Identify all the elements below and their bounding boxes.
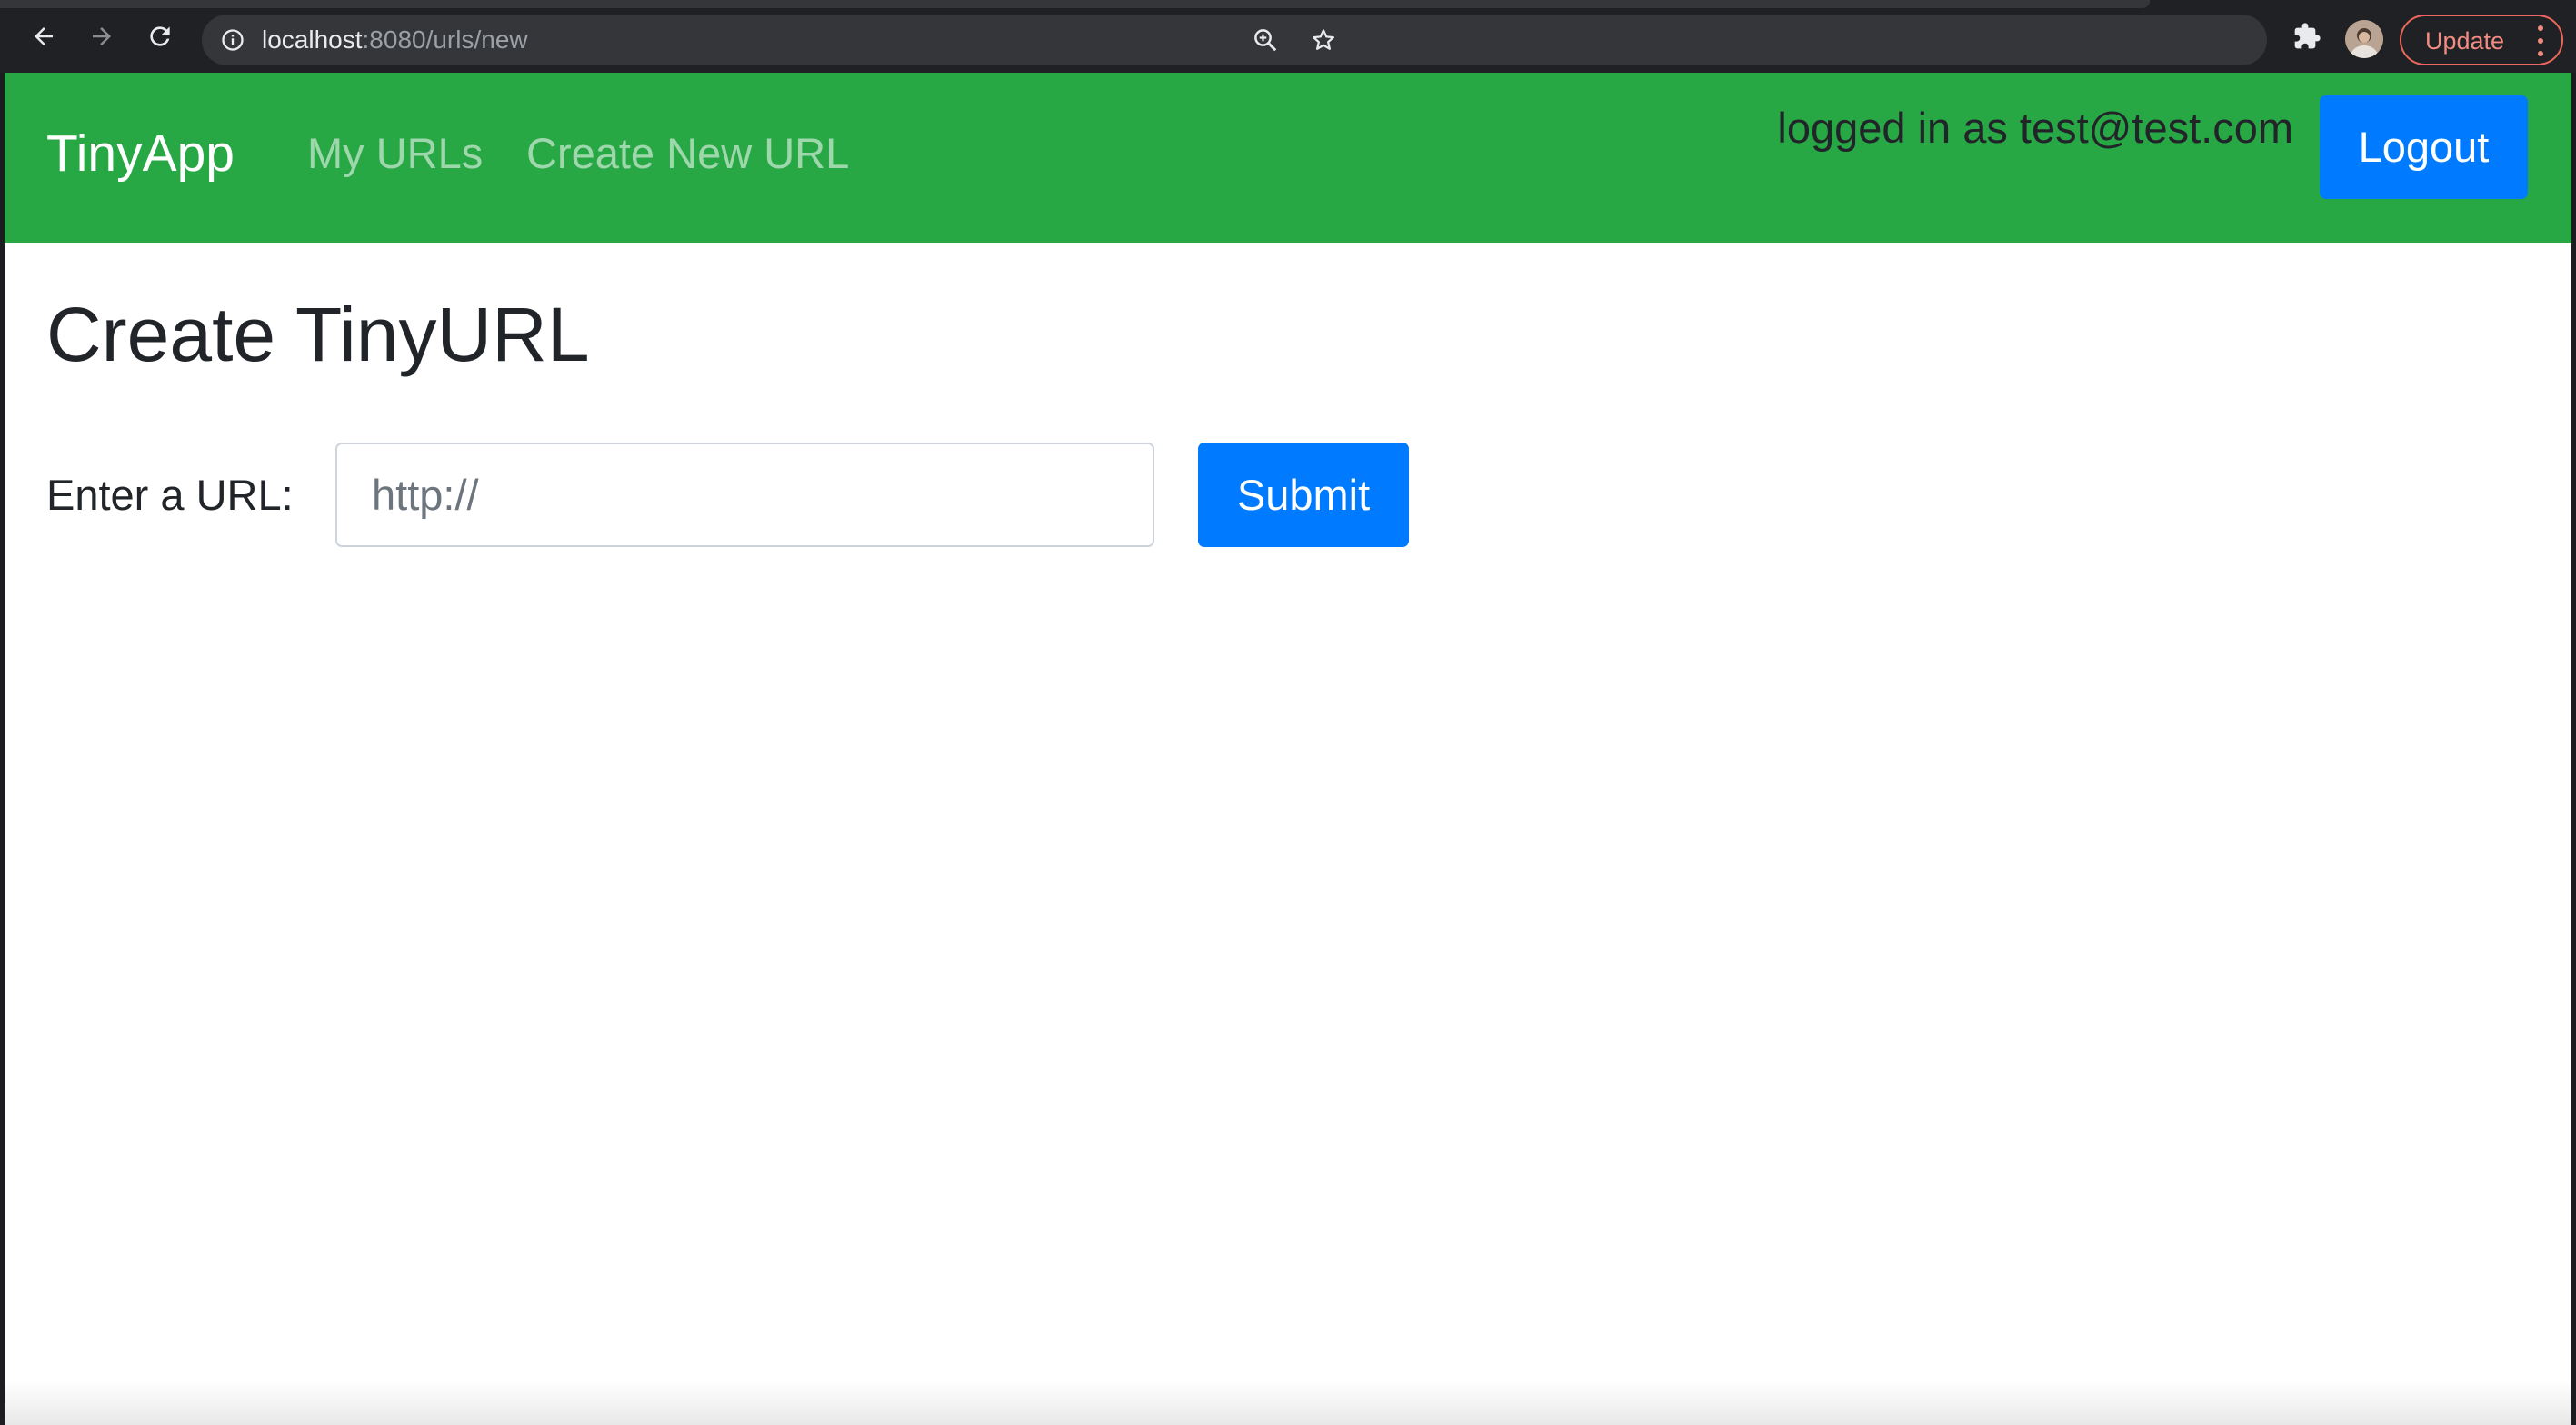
url-text[interactable]: localhost:8080/urls/new <box>262 27 528 53</box>
nav-link-create-new-url[interactable]: Create New URL <box>526 130 849 177</box>
browser-toolbar: localhost:8080/urls/new Update <box>0 0 2576 73</box>
login-status: logged in as test@test.com <box>1777 104 2293 152</box>
arrow-right-icon <box>93 27 111 45</box>
url-path: :8080/urls/new <box>362 25 528 54</box>
zoom-icon[interactable] <box>1247 22 1283 58</box>
avatar-image <box>2345 20 2383 58</box>
submit-button[interactable]: Submit <box>1198 443 1409 547</box>
tab-strip <box>0 0 2150 8</box>
page-viewport: TinyApp My URLs Create New URL logged in… <box>5 73 2571 1425</box>
logout-button[interactable]: Logout <box>2320 95 2528 199</box>
update-button[interactable]: Update <box>2400 15 2563 65</box>
back-button[interactable] <box>24 16 64 56</box>
info-icon[interactable] <box>215 22 251 58</box>
update-label: Update <box>2425 27 2505 55</box>
profile-avatar[interactable] <box>2345 20 2383 58</box>
reload-icon <box>150 26 170 46</box>
url-input[interactable] <box>335 443 1154 547</box>
star-icon[interactable] <box>1305 22 1342 58</box>
page-title: Create TinyURL <box>46 292 590 377</box>
url-host: localhost <box>262 25 363 54</box>
address-bar[interactable]: localhost:8080/urls/new <box>202 15 2267 65</box>
arrow-left-icon <box>35 27 53 45</box>
brand-link[interactable]: TinyApp <box>46 126 235 181</box>
bottom-shadow <box>5 1380 2571 1425</box>
more-vert-icon[interactable] <box>2536 25 2545 56</box>
forward-button[interactable] <box>82 16 122 56</box>
puzzle-icon[interactable] <box>2287 16 2327 56</box>
reload-button[interactable] <box>140 16 180 56</box>
navbar: TinyApp My URLs Create New URL logged in… <box>5 73 2571 243</box>
url-label: Enter a URL: <box>46 471 294 519</box>
nav-link-my-urls[interactable]: My URLs <box>307 130 483 177</box>
